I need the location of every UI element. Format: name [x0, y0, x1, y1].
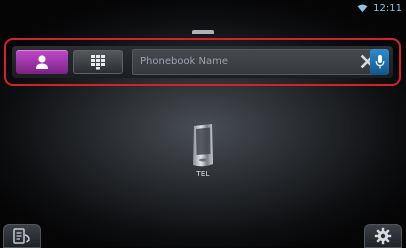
phonebook-icon: [13, 228, 30, 244]
microphone-icon: [375, 55, 384, 69]
top-tab-handle[interactable]: [192, 30, 214, 34]
wifi-icon: [357, 4, 368, 13]
search-placeholder: Phonebook Name: [140, 56, 229, 67]
contact-search-button[interactable]: [16, 50, 68, 74]
search-highlight-frame: Phonebook Name: [4, 38, 401, 86]
device-label: TEL: [196, 170, 210, 178]
clock: 12:11: [373, 3, 402, 14]
status-bar: 12:11: [357, 3, 402, 14]
phonebook-search-input[interactable]: Phonebook Name: [132, 49, 382, 75]
person-icon: [36, 55, 48, 69]
voice-search-button[interactable]: [370, 49, 389, 75]
settings-button[interactable]: [364, 224, 402, 248]
keypad-icon: [91, 55, 105, 70]
phonebook-menu-button[interactable]: [3, 224, 41, 248]
keypad-button[interactable]: [73, 50, 123, 74]
search-bar: Phonebook Name: [12, 46, 393, 78]
gear-icon: [374, 227, 392, 245]
phone-icon[interactable]: [191, 124, 215, 168]
